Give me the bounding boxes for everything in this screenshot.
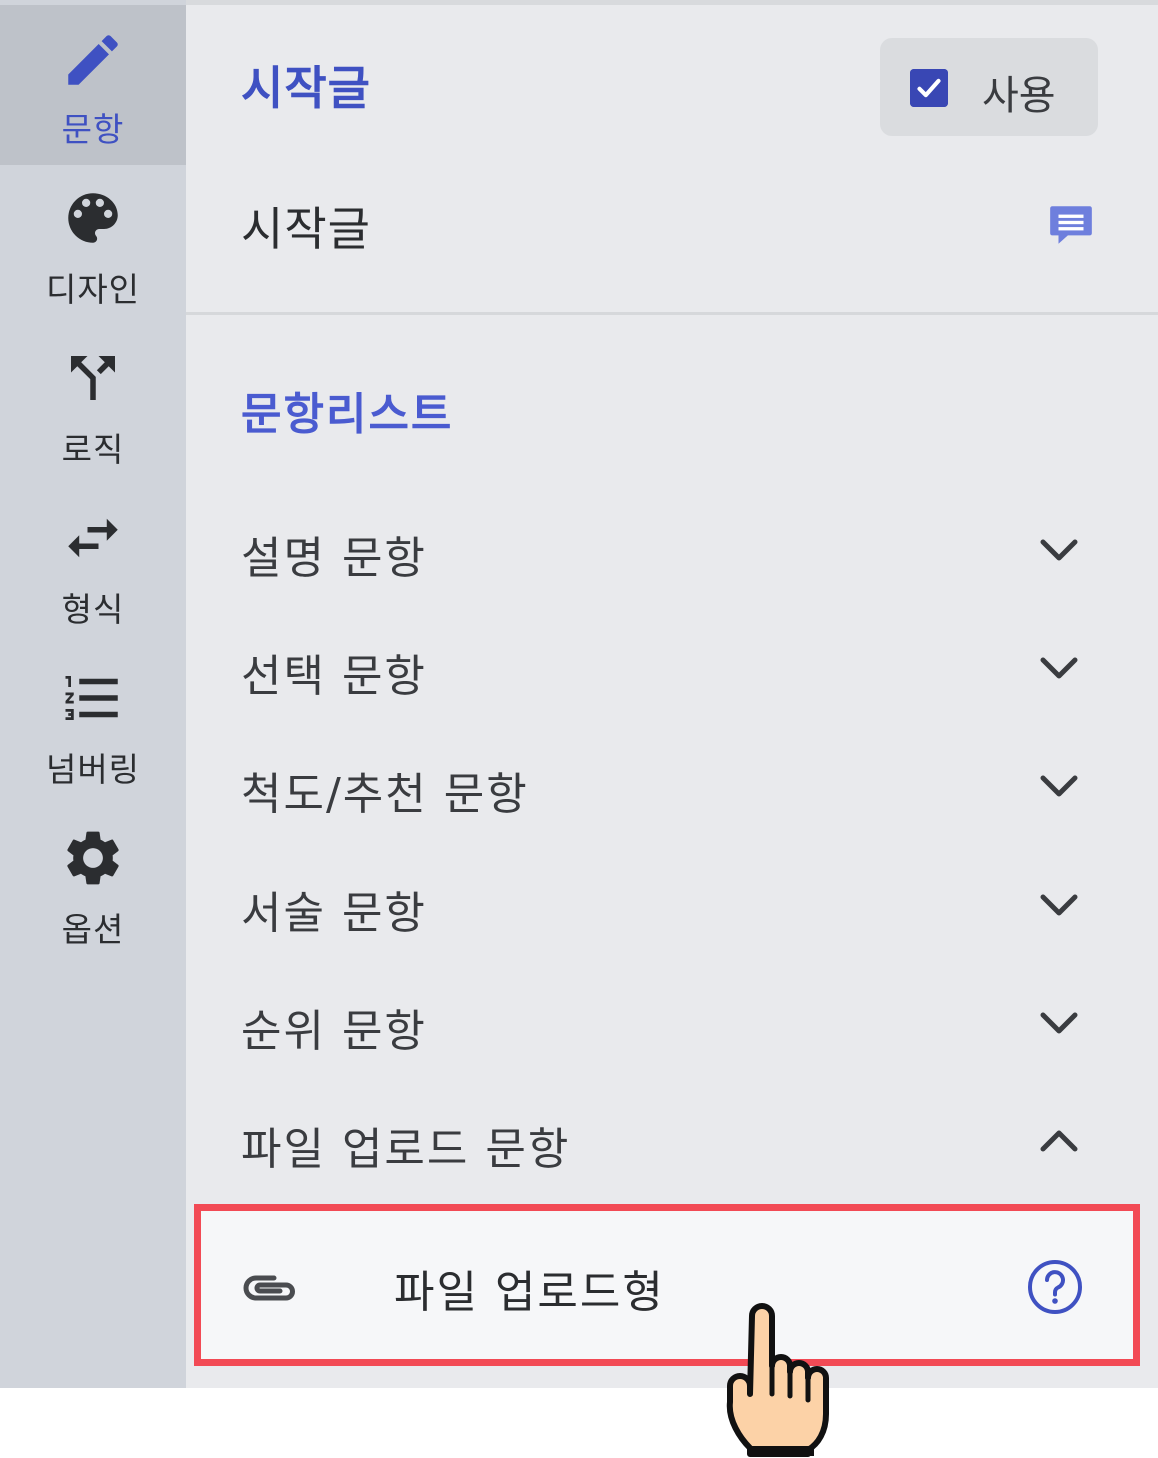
question-list-title: 문항리스트 (241, 389, 454, 440)
category-ranking[interactable]: 순위 문항 (186, 973, 1158, 1073)
category-essay[interactable]: 서술 문항 (186, 855, 1158, 955)
gear-icon (67, 831, 119, 885)
main-panel: 시작글 사용 시작글 문항리스트 설명 문항 선택 문항 척도/추천 문항 서술… (186, 0, 1158, 1388)
category-choice[interactable]: 선택 문항 (186, 618, 1158, 718)
checkbox-checked-icon[interactable] (910, 69, 948, 107)
sidebar-item-label: 옵션 (61, 910, 125, 949)
sidebar-item-label: 형식 (61, 590, 125, 629)
chevron-down-icon[interactable] (1036, 532, 1082, 568)
sidebar-item-label: 넘버링 (45, 750, 141, 789)
category-file-upload[interactable]: 파일 업로드 문항 (186, 1091, 1158, 1191)
divider (186, 0, 1158, 5)
sidebar-item-format[interactable]: 형식 (0, 485, 186, 645)
sidebar-item-label: 디자인 (45, 270, 141, 309)
numbered-list-icon (65, 676, 118, 720)
category-scale[interactable]: 척도/추천 문항 (186, 736, 1158, 836)
category-label: 선택 문항 (241, 651, 427, 702)
intro-text-item[interactable]: 시작글 (241, 193, 371, 259)
sidebar-item-label: 문항 (61, 110, 125, 149)
comment-icon[interactable] (1046, 200, 1096, 250)
sidebar-nav: 문항 디자인 로직 형식 넘버링 옵션 (0, 0, 186, 1388)
sidebar-item-numbering[interactable]: 넘버링 (0, 645, 186, 805)
paperclip-icon (243, 1275, 295, 1301)
survey-editor: 문항 디자인 로직 형식 넘버링 옵션 시작글 사용 시작글 문항리스트 설명 … (0, 0, 1158, 1388)
sidebar-item-logic[interactable]: 로직 (0, 325, 186, 485)
sidebar-item-design[interactable]: 디자인 (0, 165, 186, 325)
chevron-down-icon[interactable] (1036, 650, 1082, 686)
sidebar-item-options[interactable]: 옵션 (0, 805, 186, 965)
use-intro-toggle[interactable]: 사용 (880, 38, 1098, 136)
chevron-down-icon[interactable] (1036, 768, 1082, 804)
chevron-down-icon[interactable] (1036, 1005, 1082, 1041)
section-divider (186, 312, 1158, 315)
category-explanation[interactable]: 설명 문항 (186, 500, 1158, 600)
help-icon[interactable] (1026, 1258, 1084, 1316)
pencil-icon (68, 35, 118, 85)
intro-section-title: 시작글 (241, 61, 371, 115)
swap-arrows-icon (68, 518, 118, 558)
category-label: 서술 문항 (241, 888, 427, 939)
palette-icon (68, 193, 118, 243)
category-label: 순위 문항 (241, 1006, 427, 1057)
sidebar-item-questions[interactable]: 문항 (0, 5, 186, 165)
use-label: 사용 (982, 73, 1056, 119)
fork-arrows-icon (71, 356, 115, 400)
file-upload-type-label: 파일 업로드형 (394, 1267, 665, 1318)
sidebar-item-label: 로직 (61, 430, 125, 469)
category-label: 파일 업로드 문항 (241, 1124, 571, 1175)
category-label: 설명 문항 (241, 533, 427, 584)
chevron-up-icon[interactable] (1036, 1123, 1082, 1159)
chevron-down-icon[interactable] (1036, 887, 1082, 923)
file-upload-type-item[interactable]: 파일 업로드형 (194, 1204, 1138, 1364)
category-label: 척도/추천 문항 (241, 769, 529, 820)
